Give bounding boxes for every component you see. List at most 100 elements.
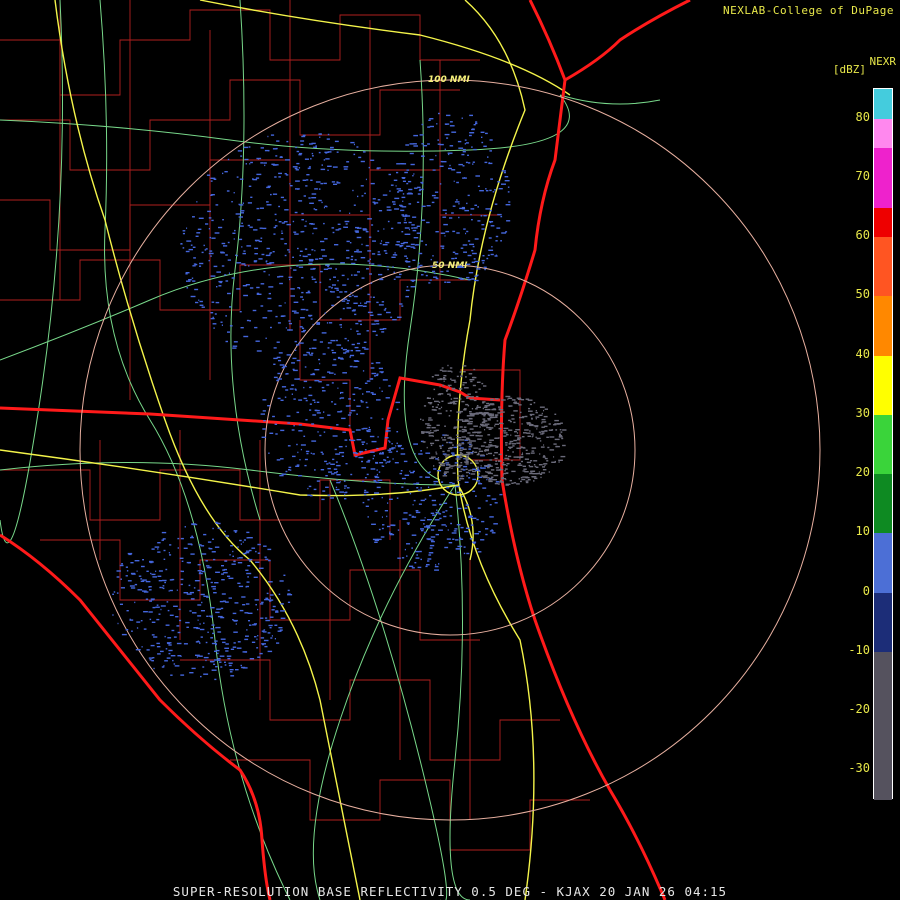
echo-cell [451,169,456,171]
echo-cell [225,535,230,537]
echo-cell [327,165,332,167]
echo-cell [299,254,302,257]
echo-cell [497,483,500,485]
echo-cell [336,151,339,153]
credit-label: NEXLAB-College of DuPage [723,4,894,17]
echo-cell [315,181,321,183]
echo-cell [481,228,485,230]
echo-cell [160,605,166,607]
echo-cell [166,657,171,659]
echo-cell [457,430,462,432]
echo-cell [311,352,314,354]
echo-cell [161,587,164,589]
echo-cell [278,305,282,307]
echo-cell [328,286,331,288]
echo-cell [203,673,209,675]
echo-cell [378,528,381,531]
echo-cell [488,452,493,455]
echo-cell [378,210,383,212]
echo-cell [436,509,438,511]
echo-cell [211,237,216,239]
echo-cell [153,667,155,670]
echo-cell [519,411,522,414]
echo-cell [314,281,317,283]
echo-cell [249,624,252,626]
echo-cell [303,397,307,400]
echo-cell [543,455,546,457]
echo-cell [466,397,469,399]
echo-cell [160,650,164,653]
echo-cell [343,480,346,482]
echo-cell [470,473,476,475]
echo-cell [472,384,476,387]
echo-cell [489,504,492,506]
echo-cell [202,666,205,668]
echo-cell [401,231,404,233]
echo-cell [491,529,493,531]
echo-cell [475,122,478,125]
echo-cell [345,445,347,448]
echo-cell [344,220,350,223]
echo-cell [159,586,162,589]
echo-cell [465,438,471,441]
echo-cell [361,243,363,246]
echo-cell [312,232,314,235]
echo-cell [379,452,382,454]
echo-cell [352,189,354,192]
echo-cell [243,146,249,149]
echo-cell [257,543,261,546]
echo-cell [454,462,458,464]
echo-cell [389,448,394,450]
echo-cell [440,481,444,483]
echo-cell [351,274,353,276]
echo-cell [311,278,316,280]
echo-cell [288,322,292,325]
echo-cell [446,463,451,466]
echo-cell [293,231,297,233]
echo-cell [406,286,409,288]
echo-cell [151,634,155,636]
echo-cell [256,286,260,289]
echo-cell [407,233,411,235]
echo-cell [385,241,390,244]
echo-cell [322,390,326,392]
echo-cell [221,573,224,575]
echo-cell [498,437,500,439]
echo-cell [162,585,165,587]
echo-cell [408,203,412,205]
echo-cell [196,641,200,643]
echo-cell [451,467,453,469]
echo-cell [269,594,274,596]
echo-cell [304,158,309,160]
echo-cell [261,601,264,604]
echo-cell [145,580,151,583]
echo-cell [449,506,453,508]
echo-cell [220,638,226,640]
echo-cell [431,201,435,204]
echo-cell [525,481,529,484]
echo-cell [447,152,453,154]
echo-cell [288,251,291,253]
echo-cell [378,471,381,473]
echo-cell [445,212,447,215]
echo-cell [505,478,507,481]
echo-cell [424,498,427,500]
echo-cell [248,265,250,267]
echo-cell [499,481,504,483]
echo-cell [290,267,292,269]
echo-cell [404,474,410,476]
echo-cell [538,431,542,433]
echo-cell [333,468,338,470]
echo-cell [220,251,224,253]
echo-cell [285,327,287,329]
echo-cell [500,467,502,469]
echo-cell [206,615,209,617]
echo-cell [200,610,205,612]
echo-cell [269,627,272,629]
echo-cell [262,428,266,430]
echo-cell [446,390,448,392]
echo-cell [344,487,346,489]
echo-cell [344,226,348,228]
echo-cell [216,649,220,652]
echo-cell [268,274,270,276]
